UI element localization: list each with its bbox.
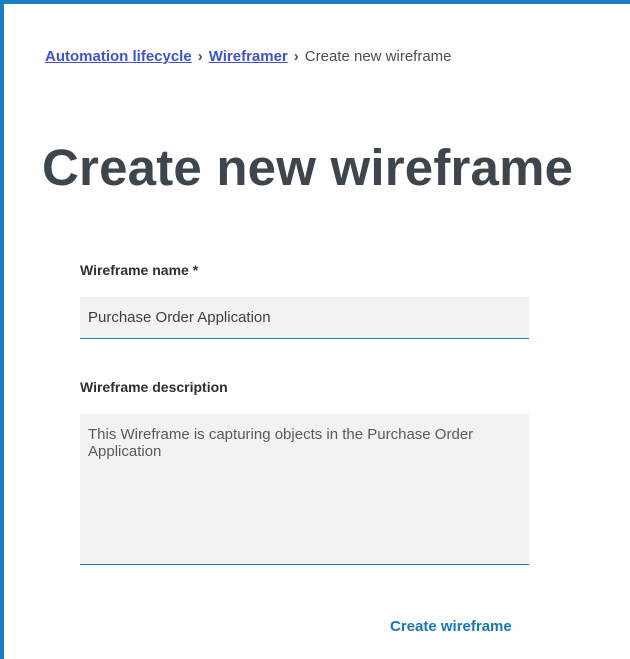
breadcrumb-link-automation-lifecycle[interactable]: Automation lifecycle	[45, 48, 192, 65]
breadcrumb-separator: ›	[197, 48, 203, 65]
breadcrumb-current: Create new wireframe	[304, 48, 452, 65]
breadcrumb-separator: ›	[293, 48, 299, 65]
page-title: Create new wireframe	[42, 139, 574, 196]
wireframe-name-input[interactable]	[80, 297, 529, 339]
wireframe-description-input[interactable]: This Wireframe is capturing objects in t…	[80, 414, 529, 565]
page-frame: Automation lifecycle › Wireframer › Create n…	[0, 0, 630, 659]
breadcrumb: Automation lifecycle › Wireframer › Create n…	[45, 48, 452, 65]
breadcrumb-link-wireframer[interactable]: Wireframer	[209, 48, 288, 65]
wireframe-name-label: Wireframe name *	[80, 262, 199, 278]
create-wireframe-button[interactable]: Create wireframe	[384, 614, 518, 639]
wireframe-description-label: Wireframe description	[80, 379, 228, 395]
